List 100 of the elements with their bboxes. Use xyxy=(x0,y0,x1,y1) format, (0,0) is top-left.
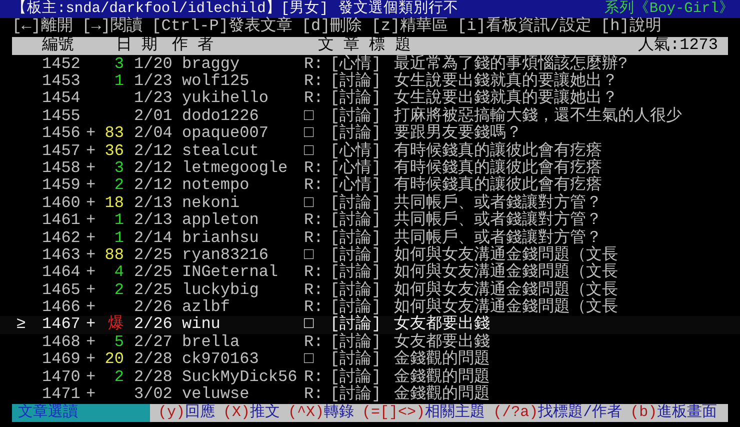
post-author: ck970163 xyxy=(182,350,259,368)
post-number[interactable]: 1460 xyxy=(42,194,80,212)
reply-mark: R: xyxy=(304,176,324,194)
post-row[interactable]: ≥ 1467 + 爆 2/26 winu □ [討論] 女友都要出錢 xyxy=(0,316,740,334)
post-number[interactable]: 1458 xyxy=(42,158,80,177)
post-title[interactable]: 最近常為了錢的事煩惱該怎麼辦? xyxy=(394,54,628,73)
post-author: brianhsu xyxy=(182,228,259,246)
post-title[interactable]: 如何與女友溝通金錢問題（文長 xyxy=(394,298,618,316)
board-moderators: 【板主:snda/darkfool/idlechild】 xyxy=(12,0,281,17)
post-number[interactable]: 1469 xyxy=(42,350,80,368)
post-title[interactable]: 打麻將被惡搞輸大錢，還不生氣的人很少 xyxy=(394,106,682,125)
post-number[interactable]: 1471 xyxy=(42,385,80,404)
post-number[interactable]: 1467 xyxy=(42,315,80,334)
post-number[interactable]: 1454 xyxy=(42,89,80,108)
push-count: 5 xyxy=(114,332,124,351)
post-row[interactable]: 1464 + 4 2/25 INGeternal R: [討論] 如何與女友溝通金錢問題（文長 xyxy=(0,264,740,282)
post-title[interactable]: 女友都要出錢 xyxy=(394,315,490,334)
post-row[interactable]: 1469 + 20 2/28 ck970163 □ [討論] 金錢觀的問題 xyxy=(0,351,740,369)
post-title[interactable]: 金錢觀的問題 xyxy=(394,350,490,368)
post-author: notempo xyxy=(182,176,250,194)
post-category: [討論] xyxy=(330,385,382,404)
reply-mark: □ xyxy=(304,106,314,125)
post-title[interactable]: 共同帳戶、或者錢讓對方管？ xyxy=(394,211,602,230)
post-number[interactable]: 1459 xyxy=(42,176,80,194)
push-plus: + xyxy=(86,194,96,212)
post-number[interactable]: 1457 xyxy=(42,142,80,160)
post-row[interactable]: 1462 + 1 2/14 brianhsu R: [討論] 共同帳戶、或者錢讓對方管？ xyxy=(0,230,740,247)
post-date: 2/26 xyxy=(134,298,172,316)
post-row[interactable]: 1471 + 3/02 veluwse R: [討論] 金錢觀的問題 xyxy=(0,386,740,404)
post-row[interactable]: 1459 + 2 2/12 notempo R: [心情] 有時候錢真的讓彼此會有疙瘩 xyxy=(0,177,740,195)
post-title[interactable]: 金錢觀的問題 xyxy=(394,368,490,386)
push-plus: + xyxy=(86,246,96,264)
post-author: ryan83216 xyxy=(182,246,268,264)
reply-mark: R: xyxy=(304,158,324,177)
post-number[interactable]: 1470 xyxy=(42,368,80,386)
post-title[interactable]: 女友都要出錢 xyxy=(394,332,490,351)
post-date: 2/12 xyxy=(134,158,172,177)
column-header: 編號 xyxy=(42,36,75,55)
post-date: 1/23 xyxy=(134,89,172,108)
post-title[interactable]: 女生說要出錢就真的要讓她出？ xyxy=(394,72,618,90)
post-number[interactable]: 1455 xyxy=(42,106,80,125)
post-date: 2/13 xyxy=(134,211,172,230)
post-category: [討論] xyxy=(330,106,382,125)
post-number[interactable]: 1456 xyxy=(42,124,80,142)
post-row[interactable]: 1456 + 83 2/04 opaque007 □ [討論] 要跟男友要錢嗎？ xyxy=(0,125,740,143)
push-count: 20 xyxy=(104,350,124,368)
post-title[interactable]: 如何與女友溝通金錢問題（文長 xyxy=(394,246,618,264)
post-title[interactable]: 如何與女友溝通金錢問題（文長 xyxy=(394,263,618,282)
reply-mark: □ xyxy=(304,246,314,264)
post-title[interactable]: 要跟男友要錢嗎？ xyxy=(394,124,522,142)
reply-mark: R: xyxy=(304,228,324,246)
push-count: 36 xyxy=(104,142,124,160)
command-hint: (^X)轉錄 xyxy=(288,404,354,422)
post-number[interactable]: 1452 xyxy=(42,54,80,73)
post-date: 1/23 xyxy=(134,72,172,90)
reply-mark: □ xyxy=(304,124,314,142)
post-date: 2/12 xyxy=(134,176,172,194)
post-title[interactable]: 有時候錢真的讓彼此會有疙瘩 xyxy=(394,142,602,160)
post-category: [討論] xyxy=(330,246,382,264)
push-plus: + xyxy=(86,176,96,194)
post-author: braggy xyxy=(182,54,240,73)
command-hint: (y)回應 xyxy=(158,404,216,422)
reply-mark: □ xyxy=(304,350,314,368)
post-title[interactable]: 共同帳戶、或者錢讓對方管？ xyxy=(394,194,602,212)
push-plus: + xyxy=(86,298,96,316)
post-title[interactable]: 女生說要出錢就真的要讓她出？ xyxy=(394,89,618,108)
post-author: INGeternal xyxy=(182,263,278,282)
post-title[interactable]: 金錢觀的問題 xyxy=(394,385,490,404)
post-author: dodo1226 xyxy=(182,106,259,125)
post-author: appleton xyxy=(182,211,259,230)
post-number[interactable]: 1465 xyxy=(42,280,80,299)
post-title[interactable]: 共同帳戶、或者錢讓對方管？ xyxy=(394,228,602,246)
post-number[interactable]: 1463 xyxy=(42,246,80,264)
post-author: winu xyxy=(182,315,220,334)
post-author: wolf125 xyxy=(182,72,250,90)
push-count: 4 xyxy=(114,263,124,282)
post-number[interactable]: 1468 xyxy=(42,332,80,351)
key-hint: [→]閱讀 xyxy=(82,18,143,36)
post-row[interactable]: 1452 3 1/20 braggy R: [心情] 最近常為了錢的事煩惱該怎麼辦? xyxy=(0,56,740,73)
command-hint: (X)推文 xyxy=(223,404,280,422)
post-author: brella xyxy=(182,332,240,351)
post-number[interactable]: 1464 xyxy=(42,263,80,282)
post-title[interactable]: 有時候錢真的讓彼此會有疙瘩 xyxy=(394,158,602,177)
post-row[interactable]: 1454 1/23 yukihello R: [討論] 女生說要出錢就真的要讓她出？ xyxy=(0,90,740,108)
post-number[interactable]: 1453 xyxy=(42,72,80,90)
key-hint: [h]說明 xyxy=(600,18,662,36)
reply-mark: R: xyxy=(304,298,324,316)
post-title[interactable]: 如何與女友溝通金錢問題（文長 xyxy=(394,280,618,299)
post-number[interactable]: 1462 xyxy=(42,228,80,246)
post-number[interactable]: 1461 xyxy=(42,211,80,230)
post-category: [心情] xyxy=(330,54,382,73)
post-title[interactable]: 有時候錢真的讓彼此會有疙瘩 xyxy=(394,176,602,194)
reply-mark: R: xyxy=(304,368,324,386)
mode-label: 文章選讀 xyxy=(12,404,150,422)
post-category: [討論] xyxy=(330,194,382,212)
post-date: 2/13 xyxy=(134,194,172,212)
post-row[interactable]: 1457 + 36 2/12 stealcut □ [心情] 有時候錢真的讓彼此會有疙瘩 xyxy=(0,142,740,160)
reply-mark: □ xyxy=(304,194,314,212)
post-number[interactable]: 1466 xyxy=(42,298,80,316)
post-category: [討論] xyxy=(330,332,382,351)
